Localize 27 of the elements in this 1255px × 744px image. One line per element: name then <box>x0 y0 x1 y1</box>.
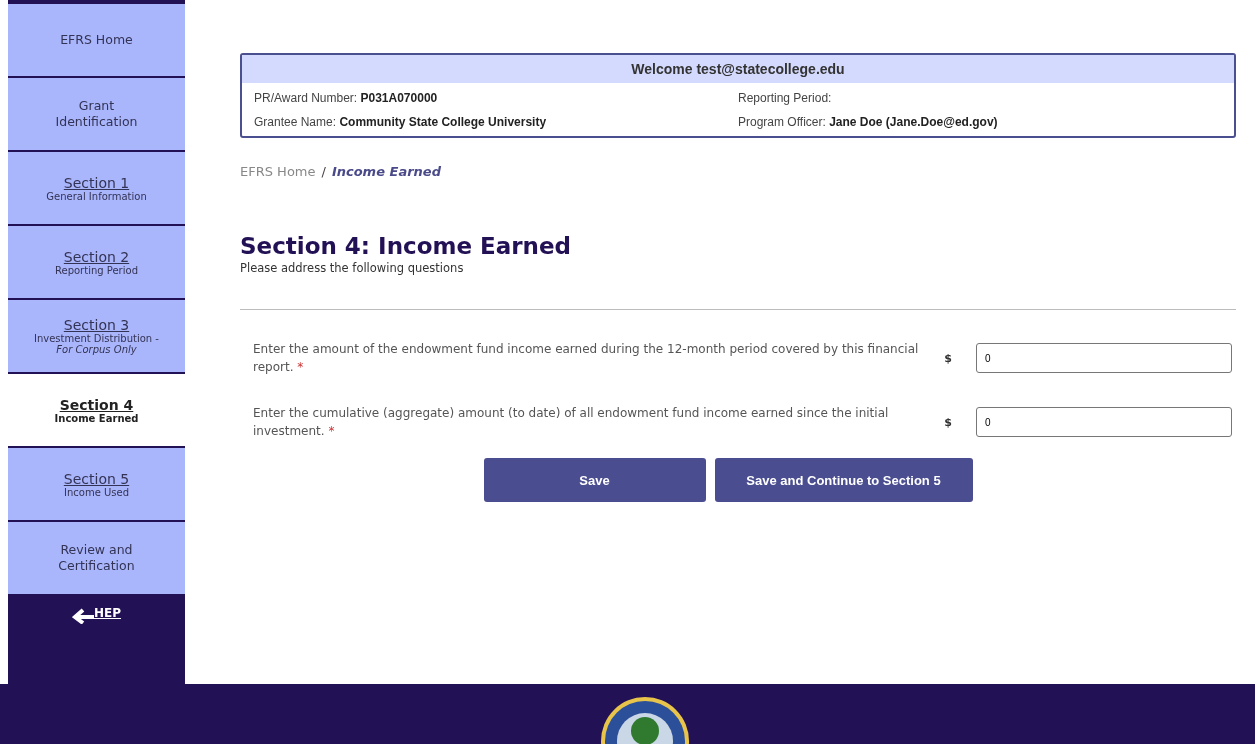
save-button[interactable]: Save <box>483 458 706 502</box>
breadcrumb-current: Income Earned <box>331 164 441 179</box>
sidebar-item[interactable]: EFRS Home <box>8 4 185 78</box>
info-field: PR/Award Number: P031A070000 <box>254 91 738 105</box>
sidebar-item[interactable]: Section 4 Income Earned <box>8 374 185 448</box>
sidebar-item[interactable]: Grant Identification <box>8 78 185 152</box>
amount-field[interactable]: 0 <box>976 343 1232 373</box>
question-text: Enter the cumulative (aggregate) amount (to date) of all endowment fund income earned since the initial investment. * <box>253 405 890 440</box>
amount-field[interactable]: 0 <box>976 407 1232 437</box>
back-link[interactable]: HEP <box>71 606 121 624</box>
info-field: Program Officer: Jane Doe (Jane.Doe@ed.gov) <box>738 115 1222 129</box>
sidebar-item[interactable]: Section 2 Reporting Period <box>8 226 185 300</box>
currency-sign: $ <box>944 351 952 365</box>
currency-sign: $ <box>944 415 952 429</box>
breadcrumb-separator: / <box>321 164 326 179</box>
info-field: Reporting Period: <box>738 91 1222 105</box>
question-text: Enter the amount of the endowment fund income earned during the 12-month period covered by this financial report. * <box>253 341 920 376</box>
page-subheading: Please address the following questions <box>240 261 465 275</box>
sidebar-item[interactable]: Section 1 General Information <box>8 152 185 226</box>
sidebar-item[interactable]: Review and Certification <box>8 522 185 596</box>
breadcrumb-link[interactable]: EFRS Home <box>240 164 316 179</box>
sidebar-item[interactable]: Section 5 Income Used <box>8 448 185 522</box>
info-field: Grantee Name: Community State College University <box>254 115 738 129</box>
welcome-title: Welcome test@statecollege.edu <box>242 55 1234 83</box>
page-heading: Section 4: Income Earned <box>240 233 573 259</box>
save-continue-button[interactable]: Save and Continue to Section 5 <box>714 458 973 502</box>
sidebar-item[interactable]: Section 3 Investment Distribution - For Corpus Only <box>8 300 185 374</box>
